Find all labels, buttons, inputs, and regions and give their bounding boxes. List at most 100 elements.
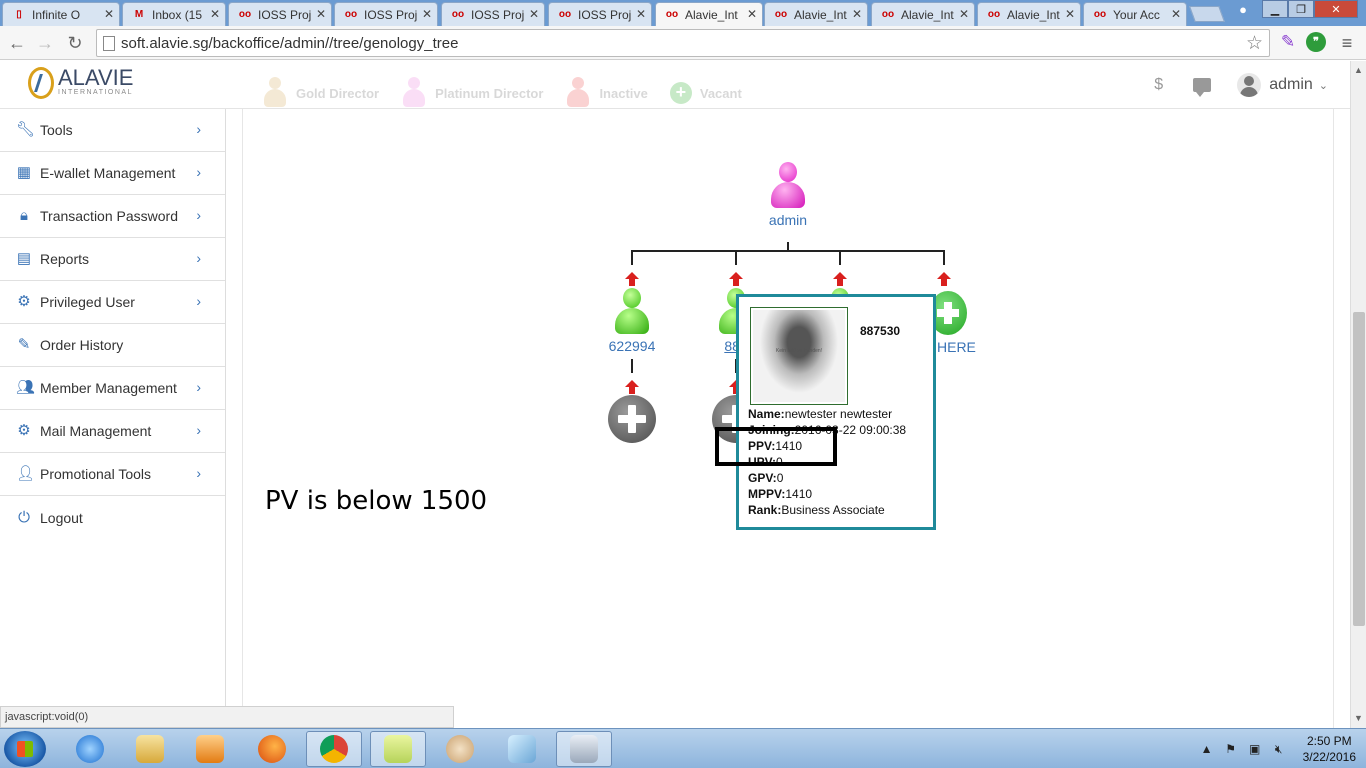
browser-menu-icon[interactable]: ≡ (1336, 32, 1358, 54)
browser-tab[interactable]: oo IOSS Proj ✕ (548, 2, 652, 26)
taskbar-app-firefox[interactable] (244, 731, 300, 767)
sidebar-item-mail-management[interactable]: ⚙ Mail Management › (0, 410, 225, 453)
browser-tab[interactable]: oo Alavie_Int ✕ (977, 2, 1081, 26)
tree-connector (735, 250, 737, 265)
close-icon[interactable]: ✕ (316, 7, 326, 21)
account-icon[interactable]: ● (1230, 0, 1256, 18)
node-label[interactable]: HERE (937, 339, 976, 355)
report-icon: ▤ (16, 250, 32, 267)
system-clock[interactable]: 2:50 PM 3/22/2016 (1303, 733, 1356, 765)
restore-button[interactable]: ❐ (1288, 0, 1314, 18)
sidebar-item-promotional-tools[interactable]: 👤︎ Promotional Tools › (0, 453, 225, 496)
sidebar-item-logout[interactable]: ⏻ Logout (0, 496, 225, 539)
taskbar-app-chrome[interactable] (306, 731, 362, 767)
ioss-icon: oo (238, 8, 252, 20)
browser-tab[interactable]: oo Your Acc ✕ (1083, 2, 1187, 26)
currency-icon[interactable]: $ (1154, 76, 1163, 94)
tree-node-child[interactable]: 622994 (602, 288, 662, 354)
address-bar[interactable]: soft.alavie.sg/backoffice/admin//tree/ge… (96, 29, 1270, 57)
network-icon[interactable]: ▣ (1247, 741, 1263, 757)
page-scrollbar[interactable]: ▲ ▼ (1350, 61, 1366, 728)
taskbar-app-ie[interactable] (62, 731, 118, 767)
tree-connector (631, 359, 633, 373)
tree-node-root[interactable]: admin (760, 162, 816, 228)
close-icon[interactable]: ✕ (422, 7, 432, 21)
browser-tab[interactable]: oo IOSS Proj ✕ (228, 2, 332, 26)
close-icon[interactable]: ✕ (104, 7, 114, 21)
url-text[interactable]: soft.alavie.sg/backoffice/admin//tree/ge… (121, 35, 458, 52)
avatar[interactable] (1237, 73, 1262, 97)
reload-icon[interactable]: ↻ (64, 32, 86, 54)
close-icon[interactable]: ✕ (1171, 7, 1181, 21)
up-arrow-icon[interactable] (937, 272, 951, 286)
tab-label: IOSS Proj (258, 7, 312, 22)
ioss-icon: oo (774, 8, 788, 20)
tab-label: Alavie_Int (901, 7, 954, 22)
minimize-button[interactable]: ▁ (1262, 0, 1288, 18)
show-hidden-icons-icon[interactable]: ▲ (1199, 741, 1215, 757)
app-header: ALAVIE INTERNATIONAL Gold Director Plati… (0, 61, 1350, 109)
up-arrow-icon[interactable] (625, 272, 639, 286)
start-button[interactable] (4, 731, 46, 767)
close-window-button[interactable]: ✕ (1314, 0, 1358, 18)
browser-tab[interactable]: oo IOSS Proj ✕ (441, 2, 545, 26)
action-center-icon[interactable]: ⚑ (1223, 741, 1239, 757)
browser-tab[interactable]: oo IOSS Proj ✕ (334, 2, 438, 26)
bookmark-star-icon[interactable]: ☆ (1246, 32, 1263, 55)
browser-tab-active[interactable]: oo Alavie_Int ✕ (655, 2, 763, 26)
sidebar: 🔧︎ Tools › ▦ E-wallet Management › 🔒︎ Tr… (0, 109, 226, 728)
close-icon[interactable]: ✕ (210, 7, 220, 21)
sidebar-item-member-management[interactable]: 👥︎ Member Management › (0, 367, 225, 410)
sidebar-item-e-wallet-management[interactable]: ▦ E-wallet Management › (0, 152, 225, 195)
person-inactive-icon (565, 77, 591, 109)
gear-icon: ⚙ (17, 422, 31, 439)
close-icon[interactable]: ✕ (636, 7, 646, 21)
taskbar-app-media[interactable] (182, 731, 238, 767)
close-icon[interactable]: ✕ (1065, 7, 1075, 21)
scroll-thumb[interactable] (1353, 312, 1365, 626)
quill-extension-icon[interactable]: ✎ (1278, 32, 1298, 52)
sidebar-item-order-history[interactable]: ✎ Order History (0, 324, 225, 367)
browser-tab[interactable]: oo Alavie_Int ✕ (764, 2, 868, 26)
browser-tab[interactable]: oo Alavie_Int ✕ (871, 2, 975, 26)
sidebar-item-transaction-password[interactable]: 🔒︎ Transaction Password › (0, 195, 225, 238)
up-arrow-icon[interactable] (833, 272, 847, 286)
close-icon[interactable]: ✕ (747, 7, 757, 21)
sidebar-item-privileged-user[interactable]: ⚙ Privileged User › (0, 281, 225, 324)
taskbar-app-calculator[interactable] (556, 731, 612, 767)
close-icon[interactable]: ✕ (852, 7, 862, 21)
node-label[interactable]: 622994 (602, 338, 662, 354)
chevron-down-icon[interactable]: ⌄ (1319, 79, 1328, 92)
hangouts-extension-icon[interactable]: ❞ (1306, 32, 1326, 52)
add-member-plus-icon[interactable] (608, 395, 656, 443)
back-arrow-icon[interactable]: ← (6, 32, 28, 54)
ioss-icon: oo (451, 8, 465, 20)
chat-icon[interactable] (1193, 78, 1212, 97)
up-arrow-icon[interactable] (729, 272, 743, 286)
node-label[interactable]: admin (760, 212, 816, 228)
browser-tabstrip: ▯ Infinite O ✕ M Inbox (15 ✕ oo IOSS Pro… (0, 0, 1366, 26)
scroll-up-icon[interactable]: ▲ (1354, 65, 1363, 75)
user-name[interactable]: admin (1269, 76, 1313, 94)
chrome-icon (320, 735, 348, 763)
browser-tab[interactable]: ▯ Infinite O ✕ (2, 2, 120, 26)
close-icon[interactable]: ✕ (529, 7, 539, 21)
member-id: 887530 (860, 324, 901, 338)
taskbar-app-explorer[interactable] (122, 731, 178, 767)
sidebar-item-label: Reports (40, 251, 90, 267)
sidebar-item-tools[interactable]: 🔧︎ Tools › (0, 109, 225, 152)
scroll-down-icon[interactable]: ▼ (1354, 713, 1363, 723)
page-content: ALAVIE INTERNATIONAL Gold Director Plati… (0, 61, 1366, 728)
close-icon[interactable]: ✕ (959, 7, 969, 21)
browser-tab[interactable]: M Inbox (15 ✕ (122, 2, 226, 26)
system-tray: ▲ ⚑ ▣ 🔇︎ 2:50 PM 3/22/2016 (1199, 733, 1356, 765)
taskbar-app-snipping[interactable] (494, 731, 550, 767)
forward-arrow-icon[interactable]: → (34, 32, 56, 54)
up-arrow-icon[interactable] (625, 380, 639, 394)
taskbar-app-paint[interactable] (432, 731, 488, 767)
sidebar-item-reports[interactable]: ▤ Reports › (0, 238, 225, 281)
volume-icon[interactable]: 🔇︎ (1271, 741, 1287, 757)
alavie-logo[interactable]: ALAVIE INTERNATIONAL (28, 67, 133, 99)
new-tab-button[interactable] (1189, 6, 1225, 22)
taskbar-app-sticky-notes[interactable] (370, 731, 426, 767)
